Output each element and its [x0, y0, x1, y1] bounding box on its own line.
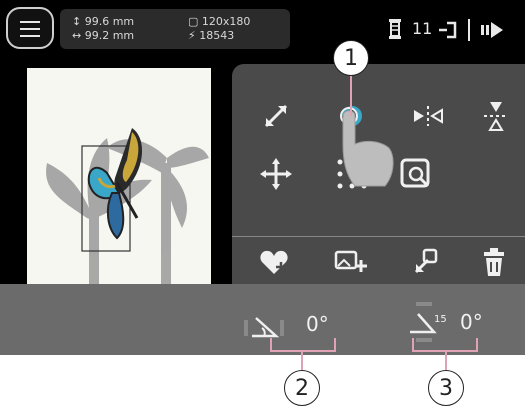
callout-2-bracket-bottom: [270, 350, 336, 352]
resize-icon[interactable]: [254, 94, 298, 138]
hoop-size: 120x180: [201, 15, 251, 28]
status-icons: [389, 19, 503, 41]
status-bar: ↕ 99.6 mm ↔ 99.2 mm ▢ 120x180 ⚡ 18543 11: [0, 0, 525, 60]
next-arrow-icon[interactable]: [481, 22, 503, 38]
favorite-add-icon[interactable]: [254, 242, 294, 282]
width-icon: ↔: [72, 29, 85, 42]
rotation-angle-value: 0°: [306, 312, 329, 336]
callout-1: 1: [333, 40, 369, 76]
stitch-count-icon: ⚡: [188, 29, 200, 42]
design-width: 99.2 mm: [84, 29, 135, 42]
callout-3-line: [445, 350, 447, 370]
design-info-box[interactable]: ↕ 99.6 mm ↔ 99.2 mm ▢ 120x180 ⚡ 18543: [60, 9, 290, 49]
delete-icon[interactable]: [474, 242, 514, 282]
callout-1-line: [350, 76, 352, 116]
hoop-icon: ▢: [188, 15, 202, 28]
panel-divider: [232, 236, 525, 237]
pin-icon[interactable]: [406, 242, 446, 282]
menu-icon-line: [20, 28, 40, 30]
exit-hoop-icon[interactable]: [439, 21, 457, 39]
menu-button[interactable]: [6, 7, 54, 49]
callout-3: 3: [428, 370, 464, 406]
status-right-group: 11: [385, 13, 523, 47]
mirror-vertical-icon[interactable]: [474, 94, 518, 138]
slant-angle-icon: 15: [410, 302, 447, 342]
menu-icon-line: [20, 35, 40, 37]
callout-2-line: [301, 350, 303, 370]
angle-bar: 0° 15 0°: [0, 284, 525, 355]
add-image-icon[interactable]: [330, 242, 370, 282]
height-icon: ↕: [72, 15, 85, 28]
callout-2-bracket-right: [334, 338, 336, 352]
callout-3-bracket-right: [476, 338, 478, 352]
menu-icon-line: [20, 21, 40, 23]
thread-count: 11: [412, 19, 433, 38]
embroidery-screen: ↕ 99.6 mm ↔ 99.2 mm ▢ 120x180 ⚡ 18543 11…: [0, 0, 525, 355]
svg-text:15: 15: [434, 314, 447, 325]
stitch-count: 18543: [199, 29, 235, 42]
thread-spool-icon[interactable]: [389, 19, 401, 39]
design-height: 99.6 mm: [84, 15, 135, 28]
move-icon[interactable]: [254, 152, 298, 196]
rotation-angle-control[interactable]: 0°: [242, 310, 342, 344]
rotation-angle-icon: [244, 317, 284, 338]
callout-2: 2: [284, 370, 320, 406]
touch-hand-icon: [340, 107, 394, 187]
slant-angle-value: 0°: [460, 310, 483, 334]
slant-angle-control[interactable]: 15 0°: [404, 300, 514, 344]
